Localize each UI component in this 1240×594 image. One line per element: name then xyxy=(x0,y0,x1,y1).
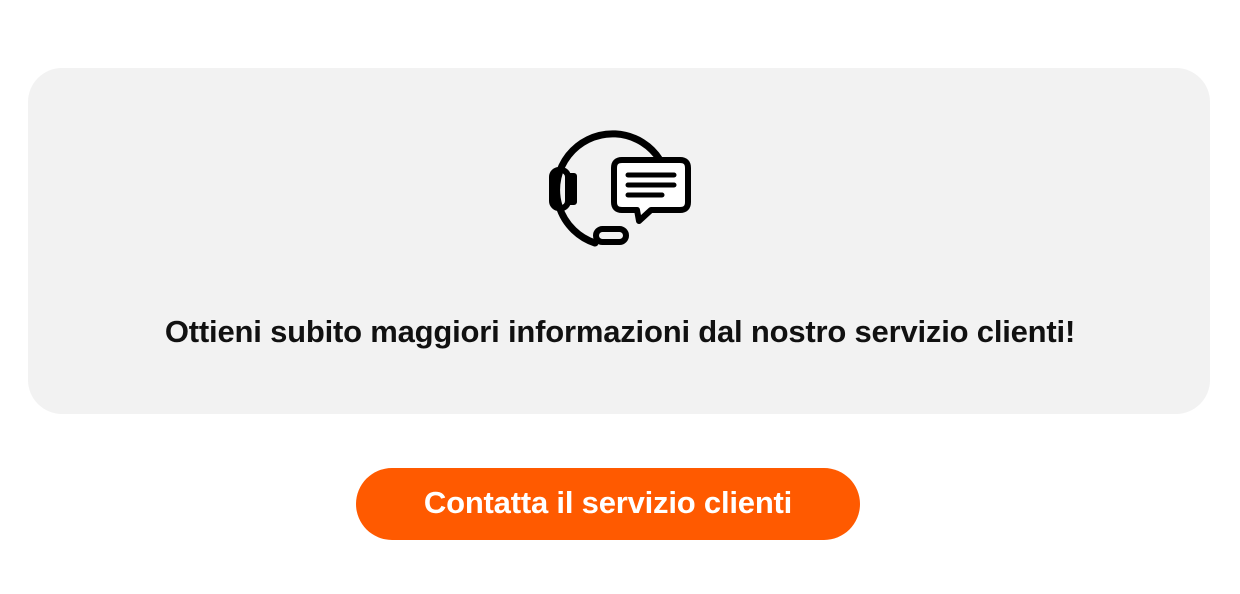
customer-service-icon xyxy=(548,130,693,250)
info-message: Ottieni subito maggiori informazioni dal… xyxy=(164,314,1076,349)
contact-customer-service-button[interactable]: Contatta il servizio clienti xyxy=(356,468,860,540)
